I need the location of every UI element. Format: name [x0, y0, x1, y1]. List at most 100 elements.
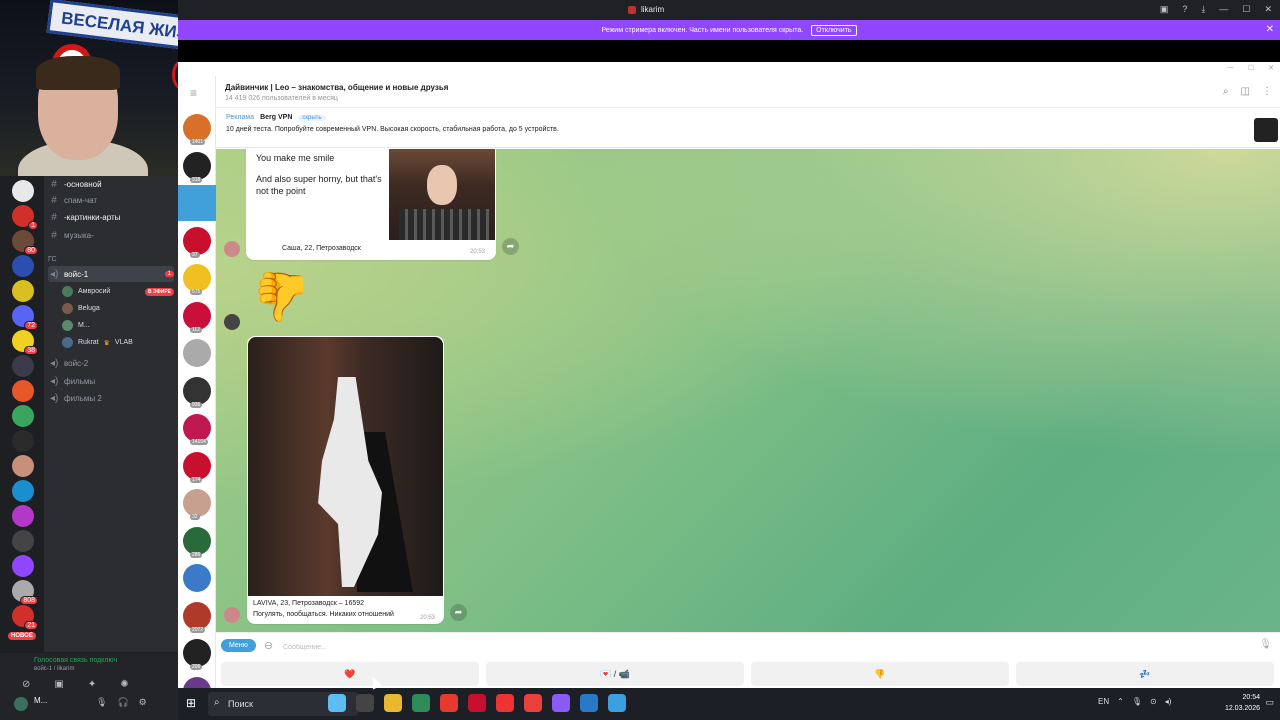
chat-avatar[interactable]: 575 — [183, 264, 211, 295]
server-icon[interactable] — [12, 180, 34, 202]
minimize-icon[interactable]: — — [1219, 4, 1228, 15]
server-icon[interactable]: 80 — [12, 230, 38, 255]
bot-avatar[interactable] — [224, 241, 240, 257]
microphone-icon[interactable]: 🎙 — [1132, 697, 1142, 706]
chat-avatar[interactable] — [183, 189, 211, 217]
keyboard-button-sleep[interactable]: 💤 — [1016, 662, 1274, 686]
taskbar-app-icon[interactable] — [608, 694, 626, 712]
hamburger-menu-icon[interactable]: ≡ — [190, 86, 197, 100]
keyboard-button-dislike[interactable]: 👎 — [751, 662, 1009, 686]
voice-channel-info[interactable]: войс-1 / likarim — [34, 666, 74, 672]
minimize-icon[interactable]: — — [1227, 64, 1234, 72]
headphones-icon[interactable]: 🎧 — [117, 697, 128, 708]
search-icon[interactable]: ⌕ — [1223, 86, 1229, 97]
chat-title[interactable]: Дайвинчик | Leo – знакомства, общение и … — [225, 83, 448, 92]
server-icon[interactable] — [12, 405, 34, 427]
system-clock[interactable]: 20:54 12.03.2026 — [1208, 692, 1260, 714]
more-icon[interactable]: ⋮ — [1262, 86, 1272, 97]
maximize-icon[interactable]: ☐ — [1248, 64, 1254, 72]
close-icon[interactable]: ✕ — [1268, 64, 1274, 72]
chat-avatar[interactable]: 14104 — [183, 414, 211, 445]
server-icon[interactable]: 21 — [12, 605, 38, 630]
voice-channel-films-2[interactable]: ◂) фильмы 2 — [48, 390, 174, 406]
chat-avatar[interactable]: 1401 — [183, 114, 211, 145]
taskbar-app-icon[interactable] — [412, 694, 430, 712]
windows-start-icon[interactable]: ⊞ — [186, 696, 196, 710]
channel-art[interactable]: # -картинки-арты — [48, 209, 174, 225]
language-indicator[interactable]: EN — [1098, 697, 1109, 706]
bot-menu-button[interactable]: Меню — [221, 639, 256, 652]
picture-in-picture-icon[interactable]: ▣ — [1160, 4, 1169, 15]
attach-icon[interactable]: ⊘ — [261, 638, 277, 653]
server-icon[interactable] — [12, 355, 34, 377]
chat-avatar[interactable]: 2072 — [183, 601, 211, 633]
profile-photo[interactable] — [389, 149, 495, 240]
disable-streamer-mode-button[interactable]: Отключить — [811, 24, 857, 36]
taskbar-app-icon[interactable] — [496, 694, 514, 712]
tray-arrow-icon[interactable]: ⌃ — [1117, 697, 1124, 706]
chat-avatar[interactable]: 936 — [183, 376, 211, 408]
taskbar-app-icon[interactable] — [328, 694, 346, 712]
network-icon[interactable]: ⊙ — [1150, 697, 1157, 706]
download-icon[interactable]: ⤓ — [1201, 4, 1205, 15]
server-icon[interactable] — [12, 380, 34, 402]
chat-avatar[interactable]: 37 — [183, 226, 211, 258]
notifications-icon[interactable]: ▭ — [1265, 697, 1274, 708]
category-voice[interactable]: ГС — [48, 256, 57, 263]
gear-icon[interactable]: ⚙ — [139, 697, 147, 708]
voice-user[interactable]: Rukrat ♛ VLAB — [62, 335, 174, 350]
user-name[interactable]: М... — [34, 696, 47, 705]
server-icon[interactable] — [12, 505, 34, 527]
voice-user[interactable]: Амвросий В ЭФИРЕ — [62, 284, 174, 299]
user-avatar[interactable] — [224, 314, 240, 330]
chat-avatar[interactable]: 286 — [183, 526, 211, 558]
chat-avatar[interactable]: 318 — [183, 151, 211, 183]
taskbar-app-icon[interactable] — [356, 694, 374, 712]
server-icon[interactable]: 38 — [12, 330, 38, 355]
server-icon[interactable] — [12, 480, 34, 502]
keyboard-button-message[interactable]: 💌 / 📹 — [486, 662, 744, 686]
taskbar-app-icon[interactable] — [524, 694, 542, 712]
server-icon[interactable] — [12, 255, 34, 277]
channel-music[interactable]: # музыка- — [48, 227, 174, 243]
server-icon[interactable]: 808 — [12, 580, 38, 605]
forward-icon[interactable]: ➦ — [502, 238, 519, 255]
chat-avatar[interactable]: 32 — [183, 489, 211, 520]
forward-icon[interactable]: ➦ — [450, 604, 467, 621]
help-icon[interactable]: ? — [1182, 4, 1187, 15]
sponsored-message[interactable]: Реклама Berg VPN скрыть 10 дней теста. П… — [216, 108, 1280, 148]
taskbar-app-icon[interactable] — [468, 694, 486, 712]
taskbar-app-icon[interactable] — [440, 694, 458, 712]
voice-user[interactable]: М... — [62, 318, 174, 333]
close-icon[interactable]: ✕ — [1266, 24, 1274, 35]
taskbar-app-icon[interactable] — [384, 694, 402, 712]
chat-avatar[interactable] — [183, 564, 211, 592]
keyboard-button-like[interactable]: ❤️ — [221, 662, 479, 686]
server-icon[interactable]: 72 — [12, 305, 38, 330]
chat-avatar[interactable]: 112 — [183, 301, 211, 333]
voice-channel-1[interactable]: ◂) войс-1 1 — [48, 266, 174, 282]
server-icon[interactable] — [12, 455, 34, 477]
avatar[interactable] — [14, 697, 28, 711]
chat-avatar[interactable]: 206 — [183, 639, 211, 670]
profile-photo[interactable] — [248, 337, 443, 596]
taskbar-app-icon[interactable] — [580, 694, 598, 712]
close-icon[interactable]: ✕ — [1264, 4, 1272, 15]
server-icon[interactable]: 1 — [12, 205, 38, 230]
voice-user[interactable]: Beluga — [62, 301, 174, 316]
voice-channel-2[interactable]: ◂) войс-2 — [48, 355, 174, 371]
server-icon[interactable] — [12, 280, 34, 302]
maximize-icon[interactable]: ☐ — [1242, 4, 1250, 15]
volume-icon[interactable]: ◂) — [1165, 697, 1172, 706]
channel-main[interactable]: # -основной — [48, 176, 174, 192]
message-bubble[interactable]: LAVIVA, 23, Петрозаводск – 16592 Погулят… — [247, 336, 444, 624]
channel-spam[interactable]: # спам-чат — [48, 192, 174, 208]
microphone-icon[interactable]: 🎙 — [1259, 639, 1272, 650]
chat-avatar[interactable] — [183, 339, 211, 367]
taskbar-app-icon[interactable] — [552, 694, 570, 712]
bot-avatar[interactable] — [224, 607, 240, 623]
sidebar-toggle-icon[interactable]: ◫ — [1241, 86, 1250, 97]
message-input[interactable] — [283, 639, 1183, 655]
server-icon[interactable] — [12, 555, 34, 577]
message-bubble[interactable]: You make me smile And also super horny, … — [246, 149, 496, 260]
